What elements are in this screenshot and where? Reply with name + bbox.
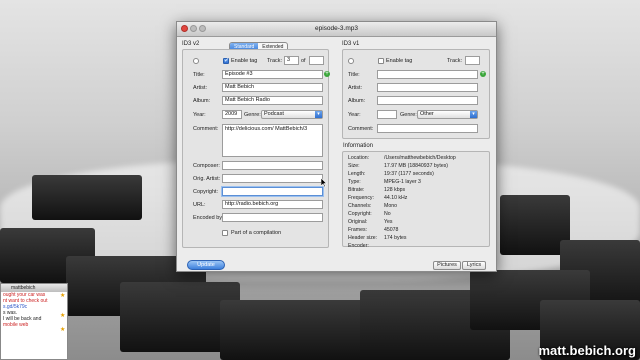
- genre-select[interactable]: Podcast ▾: [261, 110, 323, 119]
- title-label: Title:: [348, 72, 360, 78]
- genre-label: Genre:: [400, 112, 417, 118]
- track-label: Track:: [447, 58, 463, 64]
- url-label: URL:: [193, 202, 206, 208]
- year-label: Year:: [348, 112, 361, 118]
- rock: [32, 175, 142, 220]
- url-field[interactable]: http://radio.bebich.org: [222, 200, 323, 209]
- compilation-checkbox[interactable]: [222, 230, 228, 236]
- orig-artist-field[interactable]: [222, 174, 323, 183]
- title-field[interactable]: Episode #3: [222, 70, 323, 79]
- add-icon[interactable]: +: [324, 71, 330, 77]
- rock: [220, 300, 380, 360]
- id3v1-radio[interactable]: [348, 58, 354, 64]
- star-icon[interactable]: ★: [60, 293, 65, 299]
- chat-widget[interactable]: mattbebich ought your car was nt want to…: [0, 283, 68, 360]
- track-field[interactable]: 3: [284, 56, 299, 65]
- v1-comment-field[interactable]: [377, 124, 478, 133]
- copyright-field[interactable]: [222, 187, 323, 196]
- enable-tag-label: Enable tag: [386, 58, 413, 64]
- chevron-down-icon: ▾: [315, 111, 322, 118]
- star-icon[interactable]: ★: [60, 327, 65, 333]
- id3v2-radio[interactable]: [193, 58, 199, 64]
- info-row: Type: MPEG-1 layer 3: [348, 179, 421, 185]
- id3v2-enable-checkbox[interactable]: [223, 57, 229, 64]
- info-row: Original: Yes: [348, 219, 393, 225]
- v1-year-field[interactable]: [377, 110, 397, 119]
- tag-editor-window: episode-3.mp3 ID3 v2 Standard Extended E…: [176, 21, 497, 272]
- id3v2-panel: Enable tag Track: 3 of Title: Episode #3…: [182, 49, 330, 248]
- comment-label: Comment:: [193, 126, 219, 132]
- info-row: Frequency: 44.10 kHz: [348, 195, 408, 201]
- info-row: Location:/Users/matthewbebich/Desktop: [348, 155, 456, 161]
- genre-value: Podcast: [264, 111, 284, 117]
- info-row: Size: 17.97 MB (18840937 bytes): [348, 163, 449, 169]
- chevron-down-icon: ▾: [470, 111, 477, 118]
- year-field[interactable]: 2009: [222, 110, 242, 119]
- add-icon[interactable]: +: [480, 71, 486, 77]
- id3v1-header: ID3 v1: [342, 41, 360, 47]
- id3v1-panel: Enable tag Track: Title: + Artist: Album…: [342, 49, 490, 139]
- track-of-label: of: [301, 58, 306, 64]
- album-field[interactable]: Matt Bebich Radio: [222, 96, 323, 105]
- v1-title-field[interactable]: [377, 70, 478, 79]
- comment-field[interactable]: http://delicious.com/ MattBebich/3: [222, 124, 323, 157]
- info-row: Encoder:: [348, 243, 369, 249]
- watermark: matt.bebich.org: [538, 343, 636, 358]
- info-row: Channels: Mono: [348, 203, 397, 209]
- copyright-label: Copyright:: [193, 189, 219, 195]
- info-row: Header size: 174 bytes: [348, 235, 407, 241]
- chat-title: mattbebich: [1, 284, 67, 292]
- album-label: Album:: [193, 98, 211, 104]
- year-label: Year:: [193, 112, 206, 118]
- info-row: Copyright: No: [348, 211, 391, 217]
- information-header: Information: [343, 143, 374, 149]
- info-row: Frames: 45078: [348, 227, 399, 233]
- composer-field[interactable]: [222, 161, 323, 170]
- window-title: episode-3.mp3: [315, 25, 358, 32]
- genre-value: Other: [420, 111, 434, 117]
- pictures-button[interactable]: Pictures: [433, 261, 461, 270]
- update-button[interactable]: Update: [187, 260, 225, 270]
- info-row: Bitrate: 128 kbps: [348, 187, 406, 193]
- v1-track-field[interactable]: [465, 56, 480, 65]
- album-label: Album:: [348, 98, 366, 104]
- comment-label: Comment:: [348, 126, 374, 132]
- id3v1-enable-checkbox[interactable]: [378, 58, 384, 64]
- genre-label: Genre:: [244, 112, 261, 118]
- encoded-by-label: Encoded by:: [193, 215, 224, 221]
- encoded-by-field[interactable]: [222, 213, 323, 222]
- artist-label: Artist:: [193, 85, 208, 91]
- composer-label: Composer:: [193, 163, 220, 169]
- title-label: Title:: [193, 72, 205, 78]
- compilation-label: Part of a compilation: [231, 230, 282, 236]
- track-label: Track:: [267, 58, 283, 64]
- v1-artist-field[interactable]: [377, 83, 478, 92]
- star-icon[interactable]: ★: [60, 313, 65, 319]
- chat-line: mobile web: [3, 322, 29, 328]
- v1-album-field[interactable]: [377, 96, 478, 105]
- enable-tag-label: Enable tag: [231, 58, 258, 64]
- artist-field[interactable]: Matt Bebich: [222, 83, 323, 92]
- lyrics-button[interactable]: Lyrics: [462, 261, 486, 270]
- orig-artist-label: Orig. Artist:: [193, 176, 221, 182]
- v1-genre-select[interactable]: Other ▾: [417, 110, 478, 119]
- window-titlebar[interactable]: episode-3.mp3: [177, 22, 496, 37]
- cursor-icon: [321, 178, 327, 187]
- artist-label: Artist:: [348, 85, 363, 91]
- id3v2-header: ID3 v2: [182, 41, 200, 47]
- track-total-field[interactable]: [309, 56, 324, 65]
- info-row: Length: 19:37 (1177 seconds): [348, 171, 434, 177]
